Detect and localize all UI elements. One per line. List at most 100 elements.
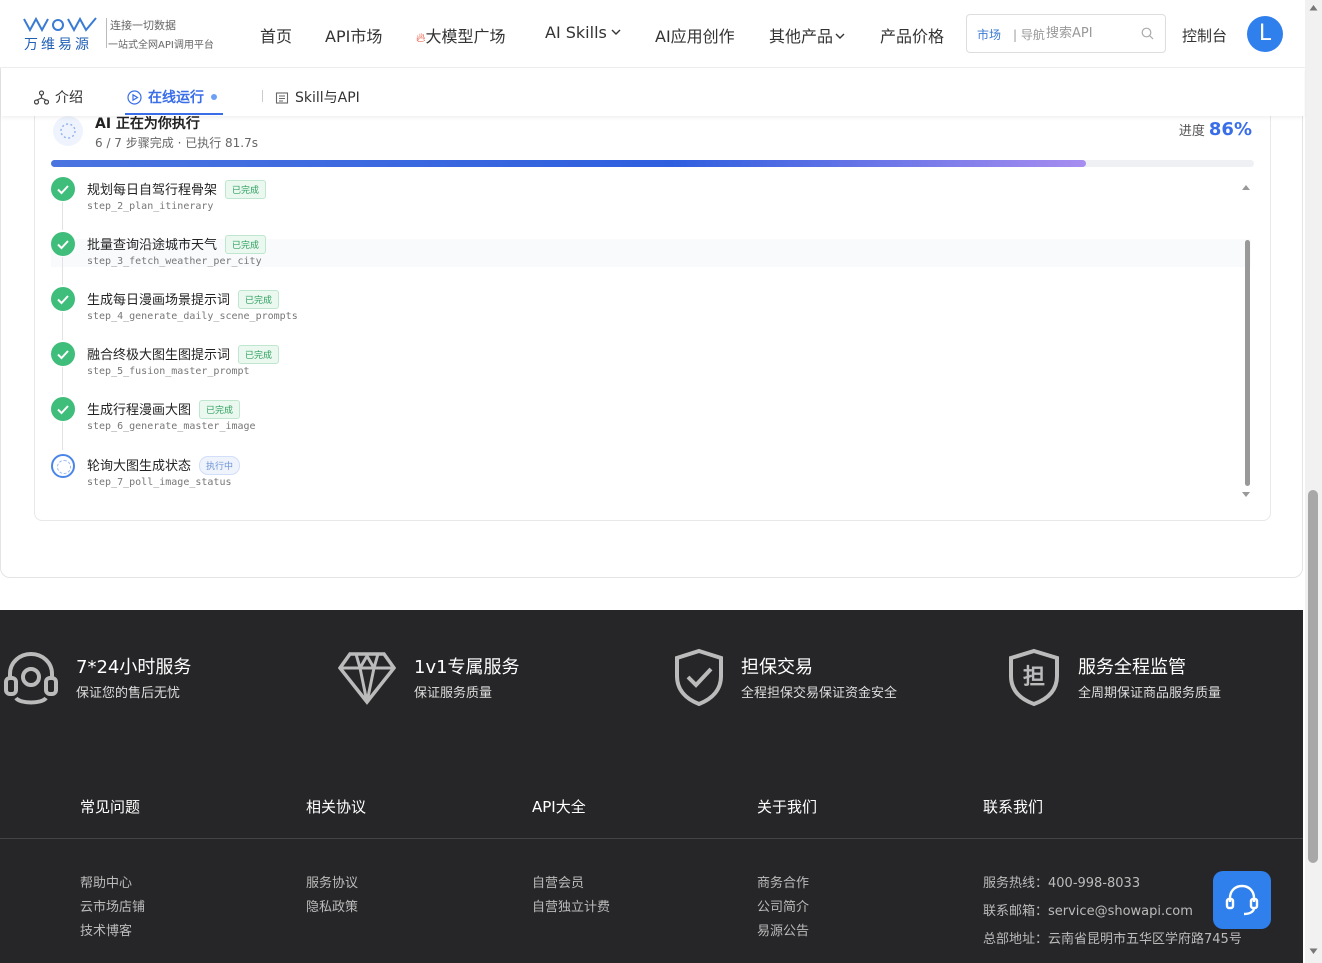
footer-link-announcements[interactable]: 易源公告 xyxy=(757,920,809,939)
footer-col-about-title: 关于我们 xyxy=(757,798,818,816)
feature-exclusive-service: 1v1专属服务 保证服务质量 xyxy=(338,646,638,706)
status-badge: 已完成 xyxy=(238,345,280,364)
scroll-up-arrow-icon[interactable] xyxy=(1241,183,1251,191)
check-circle-icon xyxy=(51,397,75,421)
footer-col-agreements-title: 相关协议 xyxy=(306,798,367,816)
tab-divider xyxy=(262,90,263,102)
chevron-down-icon xyxy=(611,29,621,35)
progress-label: 进度 xyxy=(1178,124,1205,139)
search-tag-nav[interactable]: | 导航 xyxy=(1013,26,1045,43)
feature-title: 服务全程监管 xyxy=(1078,657,1186,678)
footer-divider xyxy=(0,838,1303,839)
step-name-text: 批量查询沿途城市天气 xyxy=(87,238,218,253)
chevron-down-icon xyxy=(835,33,845,39)
customer-support-button[interactable] xyxy=(1213,871,1271,929)
step-id: step_6_generate_master_image xyxy=(87,421,256,432)
search-icon[interactable] xyxy=(1141,27,1154,40)
step-name-text: 生成每日漫画场景提示词 xyxy=(87,293,231,308)
nav-api-market[interactable]: API市场 xyxy=(325,23,382,47)
feature-title: 1v1专属服务 xyxy=(414,657,520,678)
footer-link-member[interactable]: 自营会员 xyxy=(532,872,584,891)
top-header: 万维易源 连接一切数据 一站式全网API调用平台 首页 API市场 🔥︎大模型广… xyxy=(0,0,1305,68)
step-connector-line xyxy=(62,367,63,395)
nav-other-products[interactable]: 其他产品 xyxy=(769,23,845,47)
shield-check-icon xyxy=(675,648,723,706)
logo-separator xyxy=(106,18,107,48)
content-panel: 介绍 在线运行 Skill与API AI 正在为你执行 6 / 7 步骤完成 ·… xyxy=(0,68,1304,578)
footer-link-tech-blog[interactable]: 技术博客 xyxy=(80,920,132,939)
page-scroll-up-icon[interactable] xyxy=(1309,4,1318,11)
feature-desc: 全周期保证商品服务质量 xyxy=(1078,686,1222,701)
feature-desc: 保证您的售后无忧 xyxy=(76,686,181,701)
step-connector-line xyxy=(62,312,63,340)
search-box[interactable]: 市场 | 导航 xyxy=(966,14,1166,53)
execution-card: AI 正在为你执行 6 / 7 步骤完成 · 已执行 81.7s 进度 86% 规… xyxy=(34,98,1271,521)
step-list: 规划每日自驾行程骨架 已完成 step_2_plan_itinerary 批量查询沿途… xyxy=(35,175,1272,515)
footer-link-help-center[interactable]: 帮助中心 xyxy=(80,872,132,891)
logo-slogan-1: 连接一切数据 xyxy=(110,19,176,32)
flow-icon xyxy=(33,90,50,105)
nav-ai-skills-label: AI Skills xyxy=(545,23,607,42)
step-name: 融合终极大图生图提示词 已完成 xyxy=(87,344,280,364)
page-scroll-down-icon[interactable] xyxy=(1309,948,1318,955)
support-headset-icon xyxy=(1225,884,1259,916)
console-link[interactable]: 控制台 xyxy=(1182,25,1227,46)
site-footer: 7*24小时服务 保证您的售后无忧 1v1专属服务 保证服务质量 担保交易 全程… xyxy=(0,610,1303,963)
progress-value: 86% xyxy=(1208,119,1252,140)
footer-link-business[interactable]: 商务合作 xyxy=(757,872,809,891)
step-connector-line xyxy=(62,257,63,285)
step-connector-line xyxy=(62,202,63,230)
progress-indicator: 进度 86% xyxy=(1179,119,1252,140)
step-name-text: 轮询大图生成状态 xyxy=(87,459,192,474)
step-name-text: 规划每日自驾行程骨架 xyxy=(87,183,218,198)
step-list-scrollbar-thumb[interactable] xyxy=(1245,240,1250,486)
search-input[interactable] xyxy=(1046,23,1136,43)
status-badge: 已完成 xyxy=(225,235,267,254)
nav-pricing[interactable]: 产品价格 xyxy=(880,23,944,47)
step-name: 批量查询沿途城市天气 已完成 xyxy=(87,234,267,254)
execution-subtitle: 6 / 7 步骤完成 · 已执行 81.7s xyxy=(95,136,258,150)
footer-link-independent-billing[interactable]: 自营独立计费 xyxy=(532,896,610,915)
search-tag-market[interactable]: 市场 xyxy=(977,26,1001,43)
contact-email: 联系邮箱：service@showapi.com xyxy=(983,904,1193,919)
nav-ai-skills[interactable]: AI Skills xyxy=(545,23,621,42)
brand-logo[interactable]: 万维易源 连接一切数据 一站式全网API调用平台 xyxy=(22,14,222,54)
user-avatar[interactable]: L xyxy=(1247,16,1283,52)
running-dot xyxy=(211,94,217,100)
tab-skill-api-label: Skill与API xyxy=(295,90,360,106)
feature-desc: 全程担保交易保证资金安全 xyxy=(741,686,898,701)
page: 万维易源 连接一切数据 一站式全网API调用平台 首页 API市场 🔥︎大模型广… xyxy=(0,0,1322,963)
api-doc-icon xyxy=(275,92,289,104)
tab-run-online[interactable]: 在线运行 xyxy=(127,87,217,107)
nav-llm-plaza[interactable]: 🔥︎大模型广场 xyxy=(416,23,506,47)
nav-ai-create[interactable]: AI应用创作 xyxy=(655,23,735,47)
footer-col-apis-title: API大全 xyxy=(532,798,586,816)
nav-llm-plaza-label: 大模型广场 xyxy=(425,27,506,46)
check-circle-icon xyxy=(51,177,75,201)
nav-home[interactable]: 首页 xyxy=(260,23,292,47)
execution-title: AI 正在为你执行 xyxy=(95,116,200,132)
diamond-icon xyxy=(338,652,396,705)
tab-intro[interactable]: 介绍 xyxy=(33,87,83,107)
feature-guaranteed-trade: 担保交易 全程担保交易保证资金安全 xyxy=(674,646,974,706)
footer-link-privacy-policy[interactable]: 隐私政策 xyxy=(306,896,358,915)
page-scrollbar-thumb[interactable] xyxy=(1308,490,1318,863)
feature-title: 担保交易 xyxy=(741,657,813,678)
logo-mark-icon xyxy=(23,16,97,33)
scroll-down-arrow-icon[interactable] xyxy=(1241,491,1251,499)
play-circle-icon xyxy=(127,90,142,105)
step-name: 规划每日自驾行程骨架 已完成 xyxy=(87,179,267,199)
step-name-text: 生成行程漫画大图 xyxy=(87,403,192,418)
tab-skill-api[interactable]: Skill与API xyxy=(275,87,360,107)
active-tab-underline xyxy=(125,113,223,115)
footer-link-company-intro[interactable]: 公司简介 xyxy=(757,896,809,915)
nav-other-products-label: 其他产品 xyxy=(769,27,834,46)
tab-run-online-label: 在线运行 xyxy=(148,90,204,106)
status-badge: 已完成 xyxy=(238,290,280,309)
tab-intro-label: 介绍 xyxy=(55,90,83,106)
feature-title: 7*24小时服务 xyxy=(76,657,192,678)
footer-link-service-agreement[interactable]: 服务协议 xyxy=(306,872,358,891)
footer-link-market-store[interactable]: 云市场店铺 xyxy=(80,896,145,915)
headset-icon xyxy=(4,651,58,705)
shield-dan-icon: 担 xyxy=(1009,648,1059,706)
